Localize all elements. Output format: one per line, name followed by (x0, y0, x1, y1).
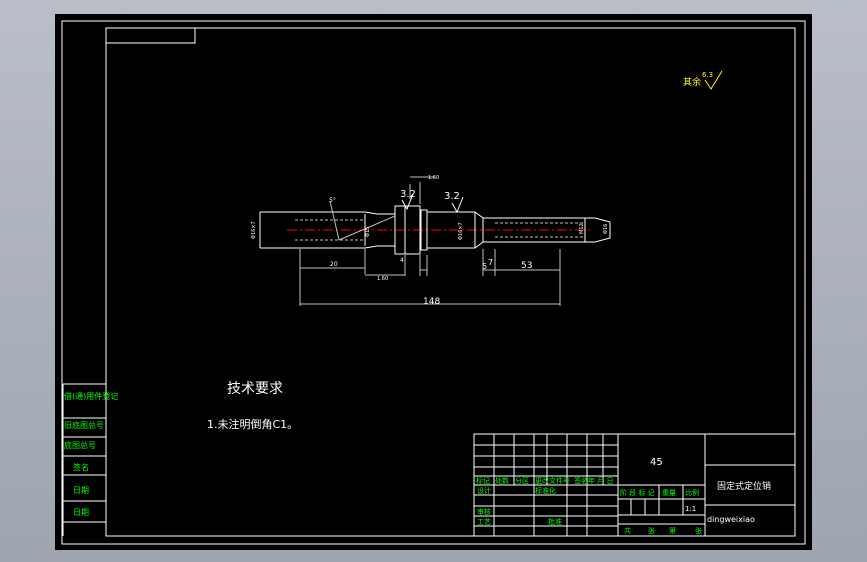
dim-dia-left: Φ16×7 (251, 221, 257, 239)
cad-viewport: 借(通)用件登记 旧底图总号 底图总号 签名 日期 日期 其余 6.3 3.2 … (0, 0, 867, 562)
dim-angle-left: 5° (329, 197, 336, 204)
dim-mid-small: 1.60 (377, 276, 388, 282)
craft-label: 工艺 (477, 518, 491, 526)
dim-dia-right: Φ16 (603, 224, 609, 234)
sheet-label-0: 共 (624, 526, 631, 535)
scale-header: 比例 (685, 488, 699, 497)
row-label-1: 处数 (495, 476, 509, 485)
dim-dia-mid: Φ16×7 (458, 222, 464, 240)
roughness-label-0: 3.2 (400, 189, 416, 200)
strip-item-5: 日期 (73, 508, 89, 517)
sheet-label-3: 张 (695, 526, 702, 535)
tech-requirements-title: 技术要求 (227, 381, 283, 397)
tech-requirements-item: 1.未注明倒角C1。 (207, 417, 298, 431)
design-label: 设计 (477, 486, 491, 495)
drawing-sheet: 借(通)用件登记 旧底图总号 底图总号 签名 日期 日期 其余 6.3 3.2 … (55, 14, 812, 550)
surface-finish-value: 6.3 (702, 71, 713, 79)
strip-item-1: 旧底图总号 (64, 420, 104, 430)
strip-item-4: 日期 (73, 486, 89, 495)
inner-frame (105, 27, 796, 537)
material-label: 45 (650, 457, 663, 468)
part-drawing (259, 176, 611, 306)
dim-overall: 148 (423, 297, 440, 307)
roughness-label-1: 3.2 (444, 191, 460, 202)
dim-4: 4 (400, 257, 404, 264)
dimension-labels: 3.2 3.2 1.60 148 53 7 5 20 1.60 4 5° Φ16… (251, 175, 609, 307)
scale-value: 1:1 (685, 505, 696, 513)
dim-dia-left-inner: Φ15 (365, 227, 371, 237)
strip-item-2: 底图总号 (64, 440, 96, 450)
sheet-label-2: 第 (669, 526, 676, 535)
drawing-code: dingweixiao (707, 515, 755, 524)
row-label-2: 分区 (515, 476, 529, 485)
standardize-label: 标准化 (535, 486, 556, 495)
strip-item-3: 签名 (73, 462, 89, 472)
dim-5: 5 (482, 262, 487, 271)
row-label-3: 更改文件号 (535, 476, 570, 485)
row-label-4: 签名 (574, 476, 588, 485)
top-left-code-box (105, 27, 196, 44)
dim-left-len: 20 (330, 261, 338, 268)
dim-7: 7 (488, 258, 493, 267)
row-label-0: 标记 (476, 476, 490, 485)
surface-finish-label: 其余 (683, 76, 701, 88)
part-name: 固定式定位销 (717, 480, 771, 492)
audit-label: 审核 (477, 507, 491, 516)
weight-header: 重量 (662, 489, 676, 497)
surface-finish-note: 其余 6.3 (683, 70, 723, 90)
drawing-canvas: 借(通)用件登记 旧底图总号 底图总号 签名 日期 日期 其余 6.3 3.2 … (61, 20, 806, 545)
left-strip: 借(通)用件登记 旧底图总号 底图总号 签名 日期 日期 (62, 383, 118, 536)
approve-label: 批准 (548, 517, 562, 526)
title-block-text: 45 固定式定位销 dingweixiao 标记 处数 分区 更改文件号 签名 … (476, 457, 771, 535)
row-label-5: 年 月 日 (588, 476, 613, 485)
dim-dia-right-inner: M12 (579, 223, 585, 234)
stage-header: 阶 段 标 记 (620, 488, 655, 497)
strip-item-0: 借(通)用件登记 (64, 391, 118, 401)
sheet-label-1: 张 (648, 526, 655, 535)
outer-frame (61, 20, 806, 545)
dim-right-len: 53 (521, 261, 532, 271)
dim-top-small: 1.60 (428, 175, 439, 181)
